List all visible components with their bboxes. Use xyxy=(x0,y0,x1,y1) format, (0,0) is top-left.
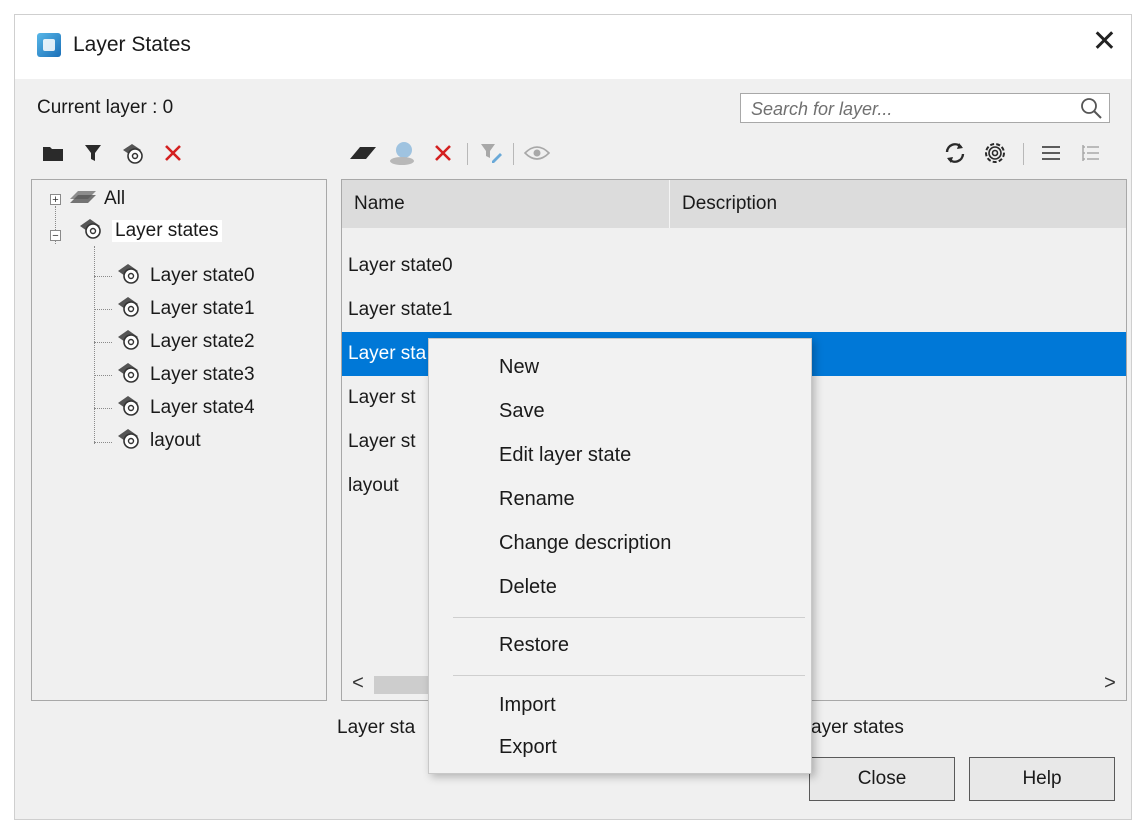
toolbar-divider xyxy=(1023,143,1024,165)
menu-item-new[interactable]: New xyxy=(429,347,811,387)
layer-state-icon xyxy=(116,261,144,291)
tree-item-label: Layer state3 xyxy=(150,364,255,385)
toolbar-divider xyxy=(513,143,514,165)
menu-separator xyxy=(453,675,805,676)
menu-item-export[interactable]: Export xyxy=(429,727,811,767)
tree-line xyxy=(94,342,112,343)
menu-item-change-description[interactable]: Change description xyxy=(429,523,811,563)
layer-state-icon xyxy=(78,216,106,246)
tree-item-all[interactable]: All xyxy=(68,184,125,214)
settings-icon[interactable] xyxy=(979,137,1011,169)
column-header-name[interactable]: Name xyxy=(354,180,405,228)
layer-tree: + All − Layer states Layer state0 Layer … xyxy=(31,179,327,701)
scroll-left-button[interactable]: < xyxy=(346,672,370,695)
menu-item-save[interactable]: Save xyxy=(429,391,811,431)
menu-item-import[interactable]: Import xyxy=(429,685,811,725)
tree-line xyxy=(94,442,112,443)
tree-view-icon[interactable] xyxy=(1075,137,1107,169)
tree-item-layer-state0[interactable]: Layer state0 xyxy=(116,261,255,291)
tree-item-label: Layer state4 xyxy=(150,397,255,418)
list-view-icon[interactable] xyxy=(1035,137,1067,169)
search-box xyxy=(740,93,1110,123)
help-button[interactable]: Help xyxy=(969,757,1115,801)
app-icon xyxy=(37,33,61,57)
menu-item-delete[interactable]: Delete xyxy=(429,567,811,607)
tree-item-label: Layer states xyxy=(112,220,222,242)
tree-item-label: Layer state1 xyxy=(150,298,255,319)
refresh-icon[interactable] xyxy=(939,137,971,169)
footer-text-left: Layer sta xyxy=(337,717,416,738)
tree-item-layer-state1[interactable]: Layer state1 xyxy=(116,294,255,324)
table-row[interactable]: Layer state1 xyxy=(342,288,1126,332)
column-divider[interactable] xyxy=(669,180,670,228)
layer-state-icon xyxy=(116,360,144,390)
search-input[interactable] xyxy=(751,97,1071,121)
layer-state-icon xyxy=(116,294,144,324)
layers-icon xyxy=(68,187,98,211)
tree-item-layout[interactable]: layout xyxy=(116,426,201,456)
menu-separator xyxy=(453,617,805,618)
delete-icon[interactable] xyxy=(157,137,189,169)
search-icon[interactable] xyxy=(1079,96,1103,125)
close-button[interactable]: Close xyxy=(809,757,955,801)
dialog-title: Layer States xyxy=(73,33,191,56)
delete-icon[interactable] xyxy=(427,137,459,169)
tree-item-layer-state3[interactable]: Layer state3 xyxy=(116,360,255,390)
tree-line xyxy=(94,408,112,409)
tree-item-layer-state2[interactable]: Layer state2 xyxy=(116,327,255,357)
context-menu: New Save Edit layer state Rename Change … xyxy=(428,338,812,774)
folder-icon[interactable] xyxy=(37,137,69,169)
tree-item-label: Layer state0 xyxy=(150,265,255,286)
footer-text-right: ayer states xyxy=(811,717,904,738)
tree-line xyxy=(94,276,112,277)
tree-item-layer-states[interactable]: Layer states xyxy=(78,216,222,246)
menu-item-restore[interactable]: Restore xyxy=(429,625,811,665)
menu-item-rename[interactable]: Rename xyxy=(429,479,811,519)
toolbar-divider xyxy=(467,143,468,165)
layer-state-icon xyxy=(116,393,144,423)
layer-state-add-icon[interactable] xyxy=(387,137,419,169)
layer-state-icon xyxy=(116,426,144,456)
tree-item-layer-state4[interactable]: Layer state4 xyxy=(116,393,255,423)
close-window-button[interactable]: ✕ xyxy=(1092,27,1117,57)
filter-icon[interactable] xyxy=(77,137,109,169)
collapse-layer-states-toggle[interactable]: − xyxy=(50,230,61,242)
tree-item-label: layout xyxy=(150,430,201,451)
filter-edit-icon[interactable] xyxy=(475,137,507,169)
tree-toolbar xyxy=(37,137,217,169)
layer-state-icon[interactable] xyxy=(117,137,149,169)
table-row[interactable]: Layer state0 xyxy=(342,244,1126,288)
layer-state-icon xyxy=(116,327,144,357)
tree-item-label: Layer state2 xyxy=(150,331,255,352)
current-layer-label: Current layer : 0 xyxy=(37,97,174,118)
column-header-description[interactable]: Description xyxy=(682,180,777,228)
tree-line xyxy=(94,375,112,376)
tree-item-label: All xyxy=(104,188,126,209)
eye-icon[interactable] xyxy=(521,137,553,169)
expand-all-toggle[interactable]: + xyxy=(50,194,61,206)
title-bar: Layer States ✕ xyxy=(15,15,1131,79)
scroll-right-button[interactable]: > xyxy=(1098,672,1122,695)
layer-icon[interactable] xyxy=(347,137,379,169)
tree-line xyxy=(94,309,112,310)
list-header: Name Description xyxy=(342,180,1126,228)
list-toolbar xyxy=(347,137,1127,169)
menu-item-edit-layer-state[interactable]: Edit layer state xyxy=(429,435,811,475)
